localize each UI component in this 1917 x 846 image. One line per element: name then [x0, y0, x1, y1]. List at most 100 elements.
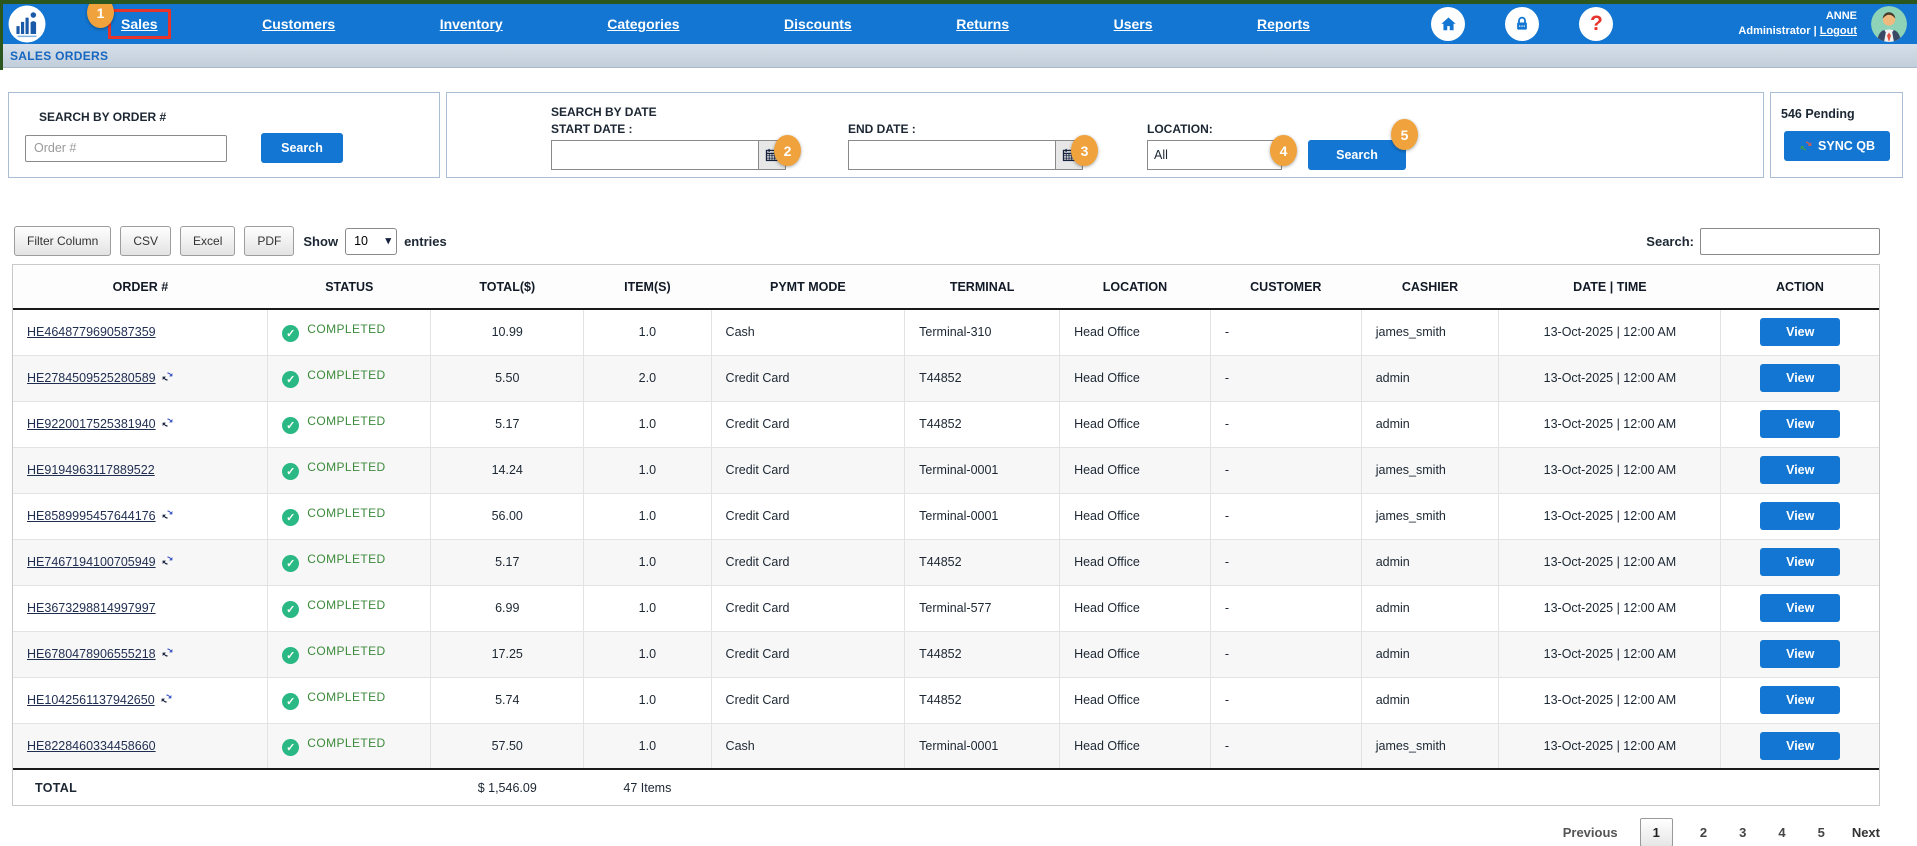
pagination-page-1[interactable]: 1 — [1640, 818, 1673, 846]
logout-link[interactable]: Logout — [1820, 25, 1857, 37]
customer-cell: - — [1210, 309, 1361, 355]
view-button[interactable]: View — [1760, 318, 1840, 346]
status-cell: ✓COMPLETED — [268, 585, 431, 631]
cashier-cell: admin — [1361, 631, 1499, 677]
pymt-mode-cell: Cash — [711, 309, 905, 355]
order-link[interactable]: HE3673298814997997 — [27, 601, 156, 615]
table-row: HE4648779690587359✓COMPLETED10.991.0Cash… — [13, 309, 1879, 355]
datetime-cell: 13-Oct-2025 | 12:00 AM — [1499, 631, 1721, 677]
total-cell: 17.25 — [431, 631, 584, 677]
view-button[interactable]: View — [1760, 732, 1840, 760]
pagination-page-5[interactable]: 5 — [1813, 819, 1830, 846]
user-block: ANNE Administrator | Logout — [1738, 9, 1857, 39]
status-label: COMPLETED — [307, 322, 385, 336]
nav-item-reports[interactable]: Reports — [1244, 9, 1323, 39]
pagination-next[interactable]: Next — [1852, 825, 1880, 840]
order-link[interactable]: HE7467194100705949 — [27, 555, 156, 569]
location-select[interactable]: All — [1147, 140, 1282, 170]
pdf-button[interactable]: PDF — [244, 226, 294, 256]
annotation-badge-4: 4 — [1270, 135, 1297, 166]
pagination-page-4[interactable]: 4 — [1773, 819, 1790, 846]
view-button[interactable]: View — [1760, 640, 1840, 668]
datetime-cell: 13-Oct-2025 | 12:00 AM — [1499, 309, 1721, 355]
nav-item-sales[interactable]: Sales1 — [108, 9, 171, 39]
status-cell: ✓COMPLETED — [268, 539, 431, 585]
pagination-previous[interactable]: Previous — [1563, 825, 1618, 840]
filter-column-button[interactable]: Filter Column — [14, 226, 111, 256]
view-button[interactable]: View — [1760, 502, 1840, 530]
user-role: Administrator — [1738, 25, 1810, 37]
start-date-input[interactable] — [551, 140, 759, 170]
table-search-input[interactable] — [1700, 228, 1880, 255]
help-icon[interactable]: ? — [1579, 7, 1613, 41]
order-search-button[interactable]: Search — [261, 133, 343, 163]
customer-cell: - — [1210, 677, 1361, 723]
check-icon: ✓ — [282, 325, 299, 342]
status-cell: ✓COMPLETED — [268, 723, 431, 769]
column-header: LOCATION — [1060, 265, 1211, 309]
check-icon: ✓ — [282, 463, 299, 480]
terminal-cell: Terminal-0001 — [905, 447, 1060, 493]
csv-button[interactable]: CSV — [120, 226, 171, 256]
terminal-cell: T44852 — [905, 677, 1060, 723]
table-row: HE9194963117889522✓COMPLETED14.241.0Cred… — [13, 447, 1879, 493]
status-cell: ✓COMPLETED — [268, 355, 431, 401]
check-icon: ✓ — [282, 509, 299, 526]
app-logo[interactable] — [8, 5, 46, 43]
quickbooks-sync-panel: 546 Pending SYNC QB — [1770, 92, 1903, 178]
column-header: DATE | TIME — [1499, 265, 1721, 309]
order-link[interactable]: HE2784509525280589 — [27, 371, 156, 385]
user-avatar[interactable] — [1871, 6, 1907, 42]
end-date-input[interactable] — [848, 140, 1056, 170]
nav-item-returns[interactable]: Returns — [943, 9, 1022, 39]
pagination-page-2[interactable]: 2 — [1695, 819, 1712, 846]
nav-item-discounts[interactable]: Discounts — [771, 9, 865, 39]
check-icon: ✓ — [282, 417, 299, 434]
order-cell: HE7467194100705949 — [13, 539, 268, 585]
home-icon[interactable] — [1431, 7, 1465, 41]
order-cell: HE1042561137942650 — [13, 677, 268, 723]
nav-item-inventory[interactable]: Inventory — [427, 9, 516, 39]
order-link[interactable]: HE8228460334458660 — [27, 739, 156, 753]
view-button[interactable]: View — [1760, 456, 1840, 484]
view-button[interactable]: View — [1760, 410, 1840, 438]
view-button[interactable]: View — [1760, 364, 1840, 392]
date-search-button[interactable]: Search — [1308, 140, 1406, 170]
table-row: HE7467194100705949✓COMPLETED5.171.0Credi… — [13, 539, 1879, 585]
order-link[interactable]: HE9194963117889522 — [27, 463, 155, 477]
status-cell: ✓COMPLETED — [268, 401, 431, 447]
footer-total-label: TOTAL — [13, 769, 268, 805]
nav-item-categories[interactable]: Categories — [594, 9, 692, 39]
datetime-cell: 13-Oct-2025 | 12:00 AM — [1499, 355, 1721, 401]
order-link[interactable]: HE9220017525381940 — [27, 417, 156, 431]
lock-icon[interactable] — [1505, 7, 1539, 41]
terminal-cell: Terminal-0001 — [905, 723, 1060, 769]
search-by-order-title: SEARCH BY ORDER # — [39, 110, 439, 124]
order-link[interactable]: HE1042561137942650 — [27, 693, 155, 707]
sync-qb-button[interactable]: SYNC QB — [1784, 131, 1890, 161]
breadcrumb: SALES ORDERS — [0, 44, 1917, 68]
check-icon: ✓ — [282, 647, 299, 664]
view-button[interactable]: View — [1760, 594, 1840, 622]
entries-select[interactable]: 10 — [345, 228, 397, 255]
view-button[interactable]: View — [1760, 686, 1840, 714]
column-header: TERMINAL — [905, 265, 1060, 309]
order-link[interactable]: HE6780478906555218 — [27, 647, 156, 661]
excel-button[interactable]: Excel — [180, 226, 235, 256]
order-link[interactable]: HE4648779690587359 — [27, 325, 156, 339]
table-row: HE3673298814997997✓COMPLETED6.991.0Credi… — [13, 585, 1879, 631]
order-link[interactable]: HE8589995457644176 — [27, 509, 156, 523]
sync-icon — [161, 508, 174, 524]
view-button[interactable]: View — [1760, 548, 1840, 576]
pagination-page-3[interactable]: 3 — [1734, 819, 1751, 846]
nav-item-customers[interactable]: Customers — [249, 9, 348, 39]
check-icon: ✓ — [282, 693, 299, 710]
location-cell: Head Office — [1060, 631, 1211, 677]
nav-item-users[interactable]: Users — [1101, 9, 1166, 39]
order-number-input[interactable] — [25, 135, 227, 162]
table-toolbar: Filter ColumnCSVExcelPDF Show 10 ▾ entri… — [14, 226, 1880, 256]
action-cell: View — [1721, 631, 1879, 677]
location-cell: Head Office — [1060, 539, 1211, 585]
table-header-row: ORDER #STATUSTOTAL($)ITEM(S)PYMT MODETER… — [13, 265, 1879, 309]
order-cell: HE6780478906555218 — [13, 631, 268, 677]
